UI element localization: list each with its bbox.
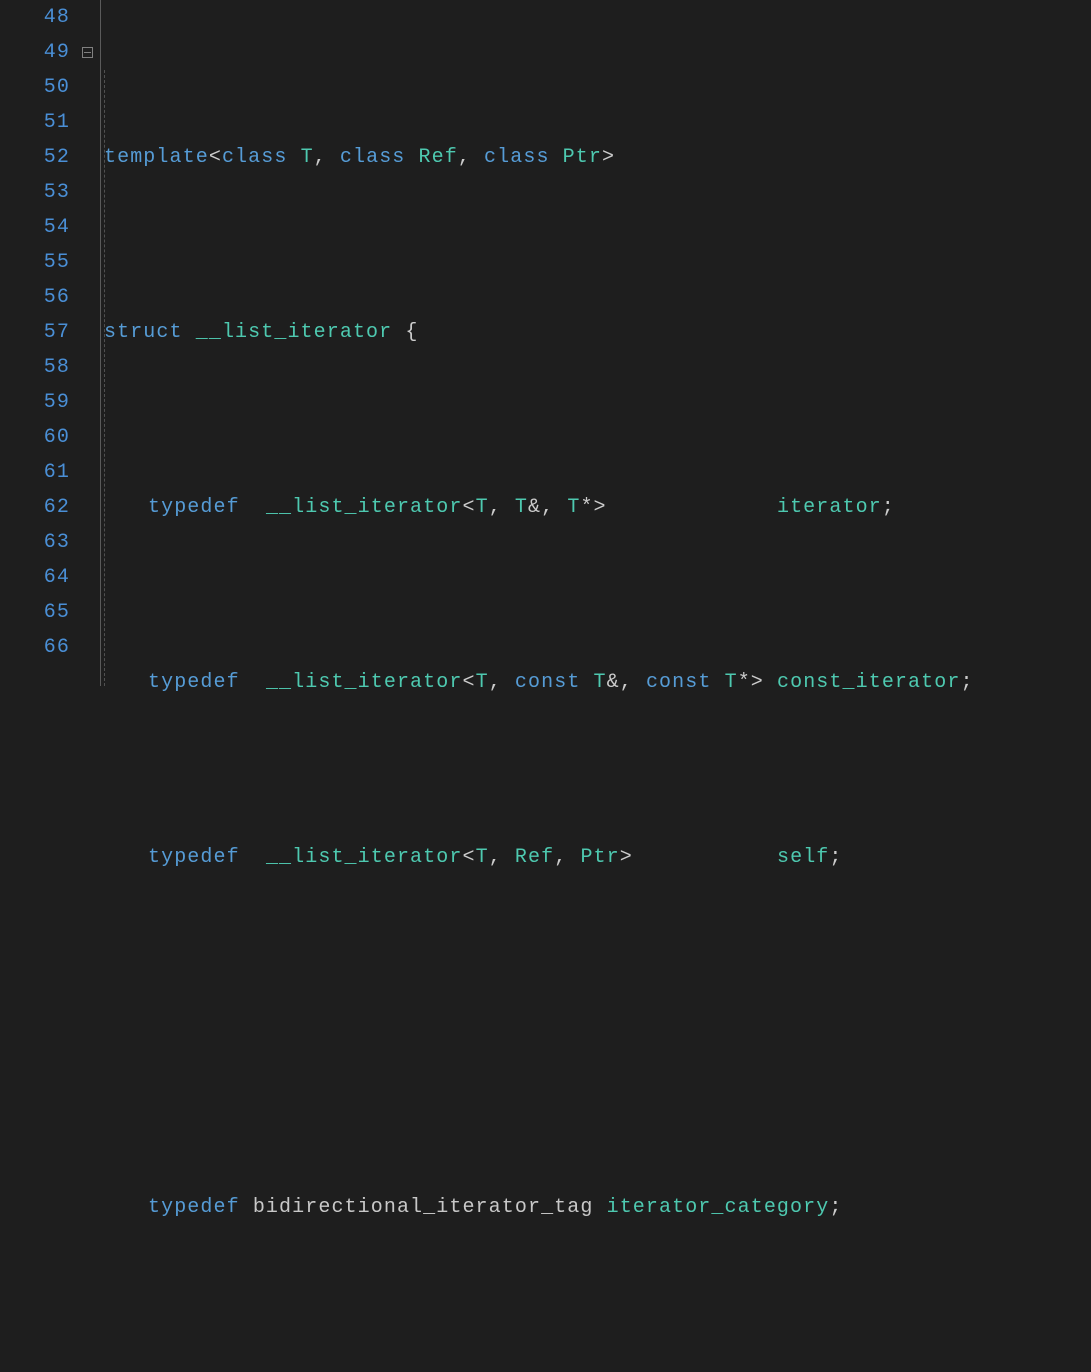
code-editor[interactable]: 48 49 50 51 52 53 54 55 56 57 58 59 60 6…: [0, 0, 1091, 686]
line-number: 52: [0, 140, 70, 175]
line-number: 56: [0, 280, 70, 315]
keyword-template: template: [104, 146, 209, 169]
fold-gutter[interactable]: [78, 0, 100, 686]
line-number-gutter: 48 49 50 51 52 53 54 55 56 57 58 59 60 6…: [0, 0, 78, 686]
line-number: 50: [0, 70, 70, 105]
line-number: 54: [0, 210, 70, 245]
line-number: 58: [0, 350, 70, 385]
line-number: 53: [0, 175, 70, 210]
line-number: 49: [0, 35, 70, 70]
line-number: 62: [0, 490, 70, 525]
line-number: 60: [0, 420, 70, 455]
code-line[interactable]: typedef T value_type;: [148, 1365, 1091, 1372]
code-line[interactable]: typedef __list_iterator<T, const T&, con…: [148, 665, 1091, 700]
line-number: 48: [0, 0, 70, 35]
line-number: 55: [0, 245, 70, 280]
line-number: 51: [0, 105, 70, 140]
code-line[interactable]: typedef bidirectional_iterator_tag itera…: [148, 1190, 1091, 1225]
code-line[interactable]: typedef __list_iterator<T, T&, T*> itera…: [148, 490, 1091, 525]
line-number: 61: [0, 455, 70, 490]
code-area[interactable]: template<class T, class Ref, class Ptr> …: [148, 0, 1091, 686]
line-number: 59: [0, 385, 70, 420]
code-line[interactable]: struct __list_iterator {: [104, 315, 1091, 350]
line-number: 63: [0, 525, 70, 560]
collapse-icon[interactable]: [82, 47, 93, 58]
line-number: 57: [0, 315, 70, 350]
line-number: 65: [0, 595, 70, 630]
code-line[interactable]: template<class T, class Ref, class Ptr>: [104, 140, 1091, 175]
code-line[interactable]: typedef __list_iterator<T, Ref, Ptr> sel…: [148, 840, 1091, 875]
code-line[interactable]: [148, 1015, 1091, 1050]
line-number: 66: [0, 630, 70, 665]
line-number: 64: [0, 560, 70, 595]
